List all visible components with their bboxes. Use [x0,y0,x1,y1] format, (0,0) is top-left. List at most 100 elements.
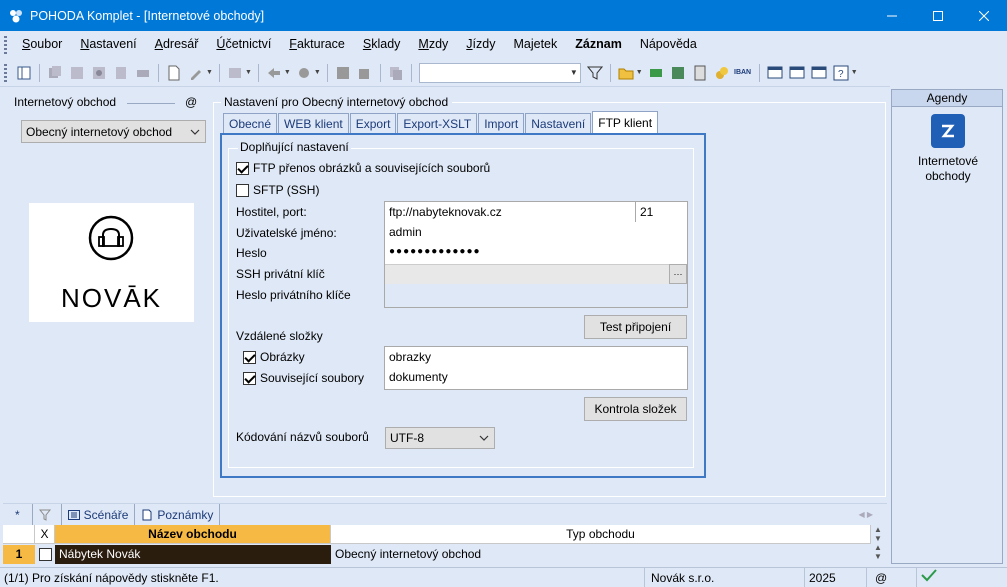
tab-ftp-klient[interactable]: FTP klient [592,111,659,133]
tools-button[interactable] [294,63,314,83]
window-button-3[interactable] [809,63,829,83]
chevron-down-icon[interactable]: ▼ [314,69,321,76]
host-input[interactable]: ftp://nabyteknovak.cz [385,202,635,222]
register-icon [671,66,684,79]
menu-mzdy[interactable]: Mzdy [409,31,457,58]
menu-ucetnictvi[interactable]: Účetnictví [207,31,280,58]
table-header-type[interactable]: Typ obchodu [331,525,871,544]
panel-toggle-button[interactable] [14,63,34,83]
checkbox-unchecked[interactable] [236,183,249,197]
duplicate-icon [389,66,402,80]
save-button[interactable] [333,63,353,83]
chevron-down-icon [190,129,200,135]
menu-jizdy[interactable]: Jízdy [457,31,504,58]
folder-button[interactable] [616,63,636,83]
port-input[interactable]: 21 [636,202,686,222]
tb-button-3[interactable] [89,63,109,83]
checkbox-unchecked[interactable] [38,548,52,561]
menu-fakturace[interactable]: Fakturace [280,31,354,58]
checkbox-checked[interactable] [236,161,249,175]
images-checkbox[interactable]: Obrázky [243,350,305,364]
menu-nastaveni[interactable]: Nastavení [71,31,145,58]
menu-soubor[interactable]: Soubor [13,31,71,58]
tab-scenarios[interactable]: Scénáře [62,503,136,526]
table-scrollbar[interactable]: ▲ ▼ ▲ ▼ [871,525,885,563]
encoding-select[interactable]: UTF-8 [385,427,495,449]
table-row-checkbox[interactable] [35,545,55,564]
close-button[interactable] [961,0,1007,31]
at-sign[interactable]: @ [185,95,197,109]
window-button-1[interactable] [765,63,785,83]
filter-button[interactable] [585,63,605,83]
help-button[interactable]: ? [831,63,851,83]
maximize-button[interactable] [915,0,961,31]
calculator-button[interactable] [690,63,710,83]
edit-button[interactable] [186,63,206,83]
images-folder-input[interactable]: obrazky [385,347,685,367]
minimize-button[interactable] [869,0,915,31]
toolbar-search-combo[interactable]: ▼ [418,62,581,83]
menu-zaznam[interactable]: Záznam [566,31,631,58]
tab-web-klient[interactable]: WEB klient [278,113,349,134]
tb-table-button[interactable] [225,63,245,83]
iban-icon: IBAN [734,69,751,76]
tab-export[interactable]: Export [349,113,397,134]
table-row-name[interactable]: Nábytek Novák [55,545,331,564]
checkbox-checked[interactable] [243,350,256,364]
window-button-2[interactable] [787,63,807,83]
ssh-key-input[interactable] [385,264,687,284]
sftp-checkbox[interactable]: SFTP (SSH) [236,183,319,197]
back-button[interactable] [264,63,284,83]
register-button[interactable] [668,63,688,83]
tab-star[interactable]: * [3,503,33,526]
related-files-checkbox[interactable]: Související soubory [243,371,364,385]
tb-button-2[interactable] [67,63,87,83]
internet-shop-agenda-icon[interactable] [931,114,965,148]
tab-filter[interactable] [33,503,62,526]
iban-button[interactable]: IBAN [734,63,754,83]
check-folders-button[interactable]: Kontrola složek [584,397,687,421]
duplicate-button[interactable] [386,63,406,83]
key-password-input[interactable] [385,285,687,307]
chevron-down-icon[interactable]: ▼ [636,69,643,76]
table-header-x[interactable]: X [35,525,55,544]
password-input[interactable]: ●●●●●●●●●●●●● [385,242,687,262]
divider [127,103,175,104]
tab-obecne[interactable]: Obecné [223,113,278,134]
status-at[interactable]: @ [867,567,917,587]
tab-import[interactable]: Import [478,113,525,134]
table-header-name[interactable]: Název obchodu [55,525,331,544]
menu-adresar[interactable]: Adresář [146,31,208,58]
tab-nastaveni[interactable]: Nastavení [525,113,592,134]
user-input[interactable]: admin [385,222,687,242]
tb-button-5[interactable] [133,63,153,83]
tb-button-4[interactable] [111,63,131,83]
ftp-transfer-checkbox[interactable]: FTP přenos obrázků a souvisejících soubo… [236,161,490,175]
coins-button[interactable] [712,63,732,83]
save-all-button[interactable] [355,63,375,83]
tb-button-1[interactable] [45,63,65,83]
checkbox-checked[interactable] [243,371,256,385]
ssh-key-browse-button[interactable]: ··· [669,264,687,284]
tab-scroll-arrows[interactable]: ◀ ▶ [858,510,873,519]
money-button[interactable] [646,63,666,83]
menu-sklady[interactable]: Sklady [354,31,410,58]
images-label: Obrázky [260,350,305,364]
test-connection-button[interactable]: Test připojení [584,315,687,339]
shop-select[interactable]: Obecný internetový obchod [21,120,206,143]
tab-notes[interactable]: Poznámky [135,503,221,526]
table-row-type[interactable]: Obecný internetový obchod [331,545,871,564]
menu-napoveda[interactable]: Nápověda [631,31,706,58]
chevron-down-icon[interactable]: ▼ [851,69,858,76]
tab-export-xslt[interactable]: Export-XSLT [397,113,478,134]
status-company: Novák s.r.o. [645,567,805,587]
menu-majetek[interactable]: Majetek [504,31,566,58]
chevron-down-icon[interactable]: ▼ [284,69,291,76]
chevron-down-icon[interactable]: ▼ [206,69,213,76]
related-folder-input[interactable]: dokumenty [385,367,685,387]
window-icon [767,66,783,78]
toolbar-separator [609,63,611,82]
agenda-item-internet-shops[interactable]: Internetové obchody [892,154,1004,184]
chevron-down-icon[interactable]: ▼ [245,69,252,76]
new-document-button[interactable] [164,63,184,83]
